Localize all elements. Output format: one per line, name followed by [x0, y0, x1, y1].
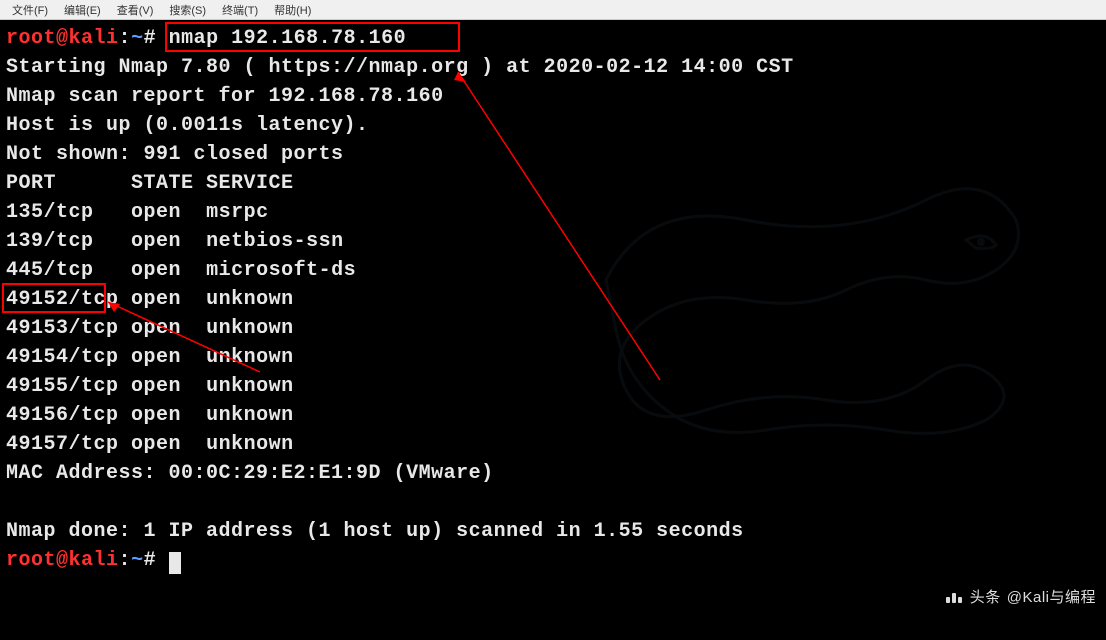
port-cell: 49153/tcp: [6, 317, 119, 340]
prompt-path: ~: [131, 549, 144, 572]
port-row-135: 135/tcp open msrpc: [6, 198, 1100, 227]
prompt-user: root: [6, 549, 56, 572]
service-cell: unknown: [206, 346, 294, 369]
port-row-49154: 49154/tcp open unknown: [6, 343, 1100, 372]
service-cell: unknown: [206, 317, 294, 340]
port-cell: 49156/tcp: [6, 404, 119, 427]
service-cell: unknown: [206, 375, 294, 398]
prompt-at: @: [56, 549, 69, 572]
state-cell: open: [131, 230, 194, 253]
port-row-139: 139/tcp open netbios-ssn: [6, 227, 1100, 256]
menu-file[interactable]: 文件(F): [4, 0, 56, 20]
cursor: [169, 552, 181, 574]
watermark: 头条 @Kali与编程: [946, 583, 1096, 612]
port-row-49152: 49152/tcp open unknown: [6, 285, 1100, 314]
port-row-49157: 49157/tcp open unknown: [6, 430, 1100, 459]
menu-view[interactable]: 查看(V): [109, 0, 162, 20]
port-cell: 49155/tcp: [6, 375, 119, 398]
prompt-line-2: root@kali:~#: [6, 546, 1100, 575]
output-done: Nmap done: 1 IP address (1 host up) scan…: [6, 517, 1100, 546]
menu-terminal[interactable]: 终端(T): [214, 0, 266, 20]
output-scan-report: Nmap scan report for 192.168.78.160: [6, 82, 1100, 111]
ports-header: PORT STATE SERVICE: [6, 169, 1100, 198]
state-cell: open: [131, 288, 194, 311]
prompt-host: kali: [69, 549, 119, 572]
service-cell: msrpc: [206, 201, 269, 224]
menu-search[interactable]: 搜索(S): [161, 0, 214, 20]
port-cell: 49152/tcp: [6, 288, 119, 311]
output-host-up: Host is up (0.0011s latency).: [6, 111, 1100, 140]
prompt-sep: :: [119, 549, 132, 572]
menu-edit[interactable]: 编辑(E): [56, 0, 109, 20]
state-cell: open: [131, 259, 194, 282]
command-text: nmap 192.168.78.160: [169, 27, 407, 50]
service-cell: microsoft-ds: [206, 259, 356, 282]
prompt-sep: :: [119, 27, 132, 50]
output-mac: MAC Address: 00:0C:29:E2:E1:9D (VMware): [6, 459, 1100, 488]
prompt-hash: #: [144, 27, 157, 50]
service-cell: netbios-ssn: [206, 230, 344, 253]
prompt-at: @: [56, 27, 69, 50]
prompt-path: ~: [131, 27, 144, 50]
output-blank: [6, 488, 1100, 517]
menubar: 文件(F) 编辑(E) 查看(V) 搜索(S) 终端(T) 帮助(H): [0, 0, 1106, 20]
state-cell: open: [131, 201, 194, 224]
prompt-host: kali: [69, 27, 119, 50]
port-cell: 49157/tcp: [6, 433, 119, 456]
output-starting: Starting Nmap 7.80 ( https://nmap.org ) …: [6, 53, 1100, 82]
state-cell: open: [131, 433, 194, 456]
port-row-49155: 49155/tcp open unknown: [6, 372, 1100, 401]
watermark-handle: @Kali与编程: [1007, 583, 1096, 612]
service-cell: unknown: [206, 288, 294, 311]
port-row-49156: 49156/tcp open unknown: [6, 401, 1100, 430]
prompt-user: root: [6, 27, 56, 50]
prompt-hash: #: [144, 549, 157, 572]
state-cell: open: [131, 375, 194, 398]
prompt-line-1: root@kali:~# nmap 192.168.78.160: [6, 24, 1100, 53]
output-not-shown: Not shown: 991 closed ports: [6, 140, 1100, 169]
port-row-445: 445/tcp open microsoft-ds: [6, 256, 1100, 285]
watermark-prefix: 头条: [970, 583, 1001, 612]
port-cell: 49154/tcp: [6, 346, 119, 369]
service-cell: unknown: [206, 433, 294, 456]
port-cell: 445/tcp: [6, 259, 119, 282]
service-cell: unknown: [206, 404, 294, 427]
terminal[interactable]: root@kali:~# nmap 192.168.78.160 Startin…: [0, 20, 1106, 640]
toutiao-logo-icon: [946, 593, 964, 603]
port-cell: 135/tcp: [6, 201, 119, 224]
state-cell: open: [131, 346, 194, 369]
port-cell: 139/tcp: [6, 230, 119, 253]
menu-help[interactable]: 帮助(H): [266, 0, 319, 20]
state-cell: open: [131, 404, 194, 427]
port-row-49153: 49153/tcp open unknown: [6, 314, 1100, 343]
state-cell: open: [131, 317, 194, 340]
